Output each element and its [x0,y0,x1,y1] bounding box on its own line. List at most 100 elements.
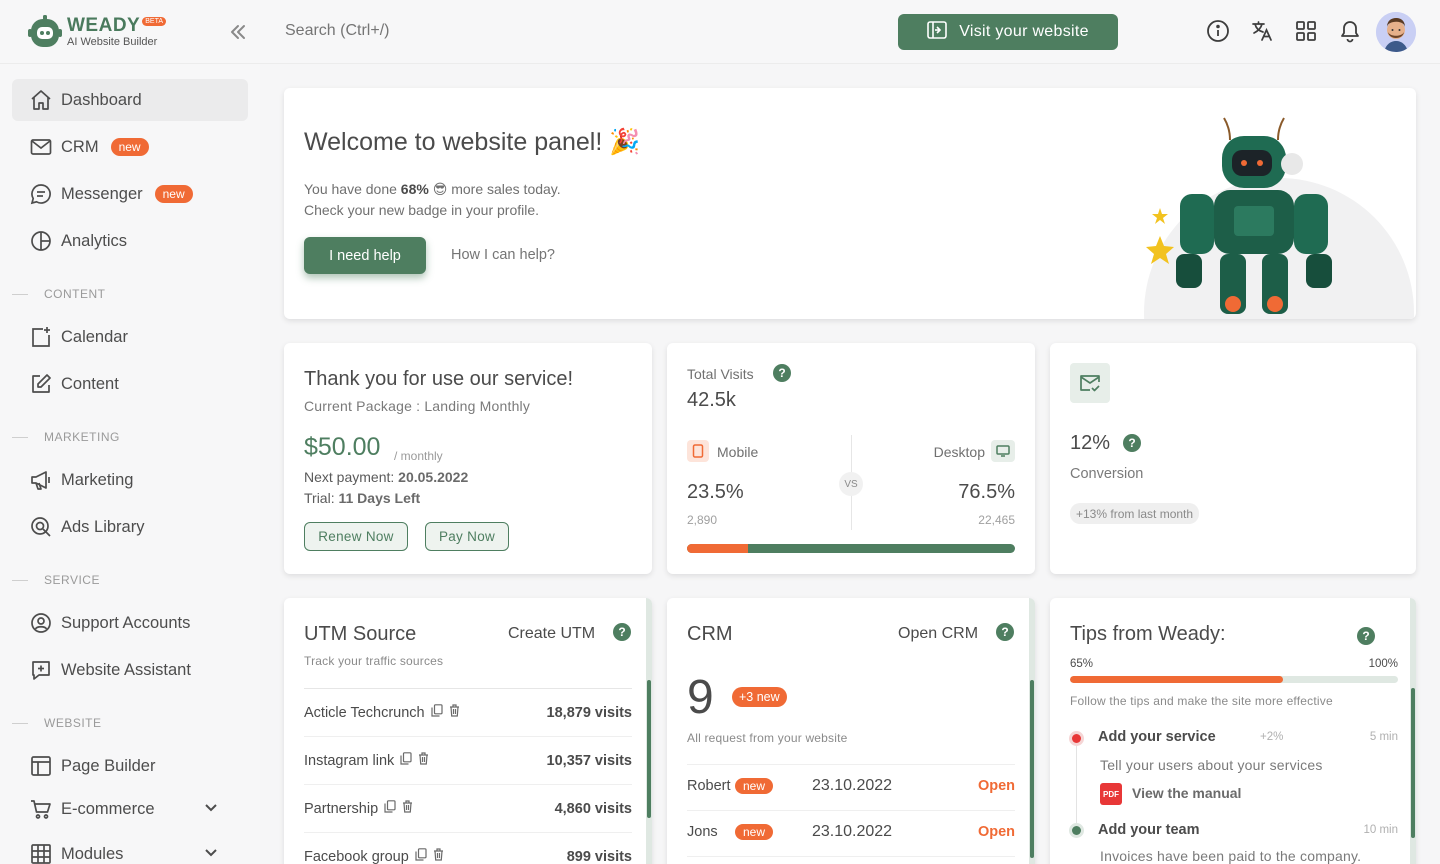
conversion-label: Conversion [1070,466,1144,482]
chevron-down-icon[interactable] [204,801,218,815]
create-utm-link[interactable]: Create UTM [508,625,595,643]
utm-subtitle: Track your traffic sources [304,654,444,668]
help-icon[interactable]: ? [613,623,631,641]
trash-icon[interactable] [402,800,413,817]
view-manual-link[interactable]: View the manual [1132,785,1241,801]
tip-title[interactable]: Add your service [1098,729,1216,745]
chat-plus-icon [30,659,52,681]
chat-icon [30,183,52,205]
mobile-icon [687,440,709,462]
desktop-label: Desktop [933,444,985,460]
help-icon[interactable]: ? [996,623,1014,641]
scrollbar[interactable] [646,598,652,864]
help-icon[interactable]: ? [1357,627,1375,645]
pdf-icon: PDF [1100,783,1122,805]
copy-icon[interactable] [384,800,396,817]
sidebar-item-label: Ads Library [61,517,145,536]
visits-total: 42.5k [687,389,736,411]
utm-row[interactable]: Facebook group 899 visits [304,848,632,864]
sidebar-item-label: CRM [61,137,99,156]
pay-now-button[interactable]: Pay Now [425,522,509,551]
scrollbar-thumb[interactable] [1030,680,1034,858]
utm-visits: 18,879 visits [546,704,632,721]
section-service: SERVICE [12,573,100,587]
crm-request-row[interactable]: Robert new 23.10.2022 Open [687,777,1015,794]
collapse-sidebar-icon[interactable] [228,22,248,42]
sidebar-item-ads-library[interactable]: Ads Library [12,506,248,548]
sidebar-item-analytics[interactable]: Analytics [12,220,248,262]
tip-time: 5 min [1369,731,1398,743]
mobile-percent: 23.5% [687,481,744,503]
how-can-help-link[interactable]: How I can help? [451,247,555,263]
crm-title: CRM [687,623,733,645]
scrollbar[interactable] [1410,598,1416,864]
sidebar-item-marketing[interactable]: Marketing [12,459,248,501]
ads-search-icon [30,516,52,538]
bell-icon[interactable] [1338,18,1362,44]
tips-progress-bar [1070,676,1398,683]
chevron-down-icon[interactable] [204,846,218,860]
visit-website-button[interactable]: Visit your website [898,14,1118,50]
sidebar-item-dashboard[interactable]: Dashboard [12,79,248,121]
logo[interactable]: WEADY BETA AI Website Builder [28,14,166,50]
open-request-link[interactable]: Open [978,824,1015,840]
crm-request-row[interactable]: Jons new 23.10.2022 Open [687,823,1015,840]
copy-icon[interactable] [415,848,427,864]
sidebar-item-calendar[interactable]: Calendar [12,316,248,358]
help-icon[interactable]: ? [1123,434,1141,452]
calendar-add-icon [30,326,52,348]
tips-card: Tips from Weady: ? 65% 100% Follow the t… [1050,598,1416,864]
open-request-link[interactable]: Open [978,778,1015,794]
mail-icon [30,136,52,158]
sidebar-item-support-accounts[interactable]: Support Accounts [12,602,248,644]
translate-icon[interactable] [1250,18,1274,44]
sidebar-item-label: Content [61,374,119,393]
conversion-card: 12% ? Conversion +13% from last month [1050,343,1416,574]
tip-title[interactable]: Add your team [1098,822,1200,838]
trash-icon[interactable] [433,848,444,864]
help-icon[interactable]: ? [773,364,791,382]
renew-now-button[interactable]: Renew Now [304,522,408,551]
user-avatar[interactable] [1376,12,1416,52]
utm-row[interactable]: Partnership 4,860 visits [304,800,632,817]
mail-check-icon [1070,363,1110,403]
section-marketing: MARKETING [12,430,120,444]
divider [304,832,632,833]
section-website: WEBSITE [12,716,102,730]
sidebar-item-content[interactable]: Content [12,363,248,405]
trash-icon[interactable] [418,752,429,769]
need-help-button[interactable]: I need help [304,237,426,274]
scrollbar-thumb[interactable] [1411,688,1415,838]
trash-icon[interactable] [449,704,460,721]
next-payment-date: 20.05.2022 [398,469,469,485]
utm-source-card: UTM Source Create UTM ? Track your traff… [284,598,652,864]
new-requests-badge: +3 new [732,687,787,707]
apps-grid-icon[interactable] [1294,18,1318,44]
sidebar-item-label: Modules [61,844,124,863]
search-input[interactable] [285,22,685,40]
sidebar-item-website-assistant[interactable]: Website Assistant [12,649,248,691]
utm-row[interactable]: Instagram link 10,357 visits [304,752,632,769]
sidebar-item-page-builder[interactable]: Page Builder [12,745,248,787]
copy-icon[interactable] [431,704,443,721]
brand-tagline: AI Website Builder [67,36,158,48]
sidebar-item-label: Dashboard [61,90,142,109]
price-period: / monthly [394,449,443,463]
scrollbar-thumb[interactable] [647,680,651,818]
welcome-card: Welcome to website panel! 🎉 You have don… [284,88,1416,319]
open-crm-link[interactable]: Open CRM [898,625,978,643]
utm-row[interactable]: Acticle Techcrunch 18,879 visits [304,704,632,721]
welcome-title: Welcome to website panel! 🎉 [304,128,641,156]
desktop-percent: 76.5% [958,481,1015,503]
copy-icon[interactable] [400,752,412,769]
sidebar-item-modules[interactable]: Modules [12,833,248,864]
sidebar-item-messenger[interactable]: Messenger new [12,173,248,215]
pie-chart-icon [30,230,52,252]
subscription-title: Thank you for use our service! [304,368,574,390]
tips-caption: Follow the tips and make the site more e… [1070,694,1333,708]
sidebar-item-ecommerce[interactable]: E-commerce [12,788,248,830]
scrollbar[interactable] [1029,598,1035,864]
info-icon[interactable] [1206,18,1230,44]
sidebar-item-crm[interactable]: CRM new [12,126,248,168]
divider [304,784,632,785]
